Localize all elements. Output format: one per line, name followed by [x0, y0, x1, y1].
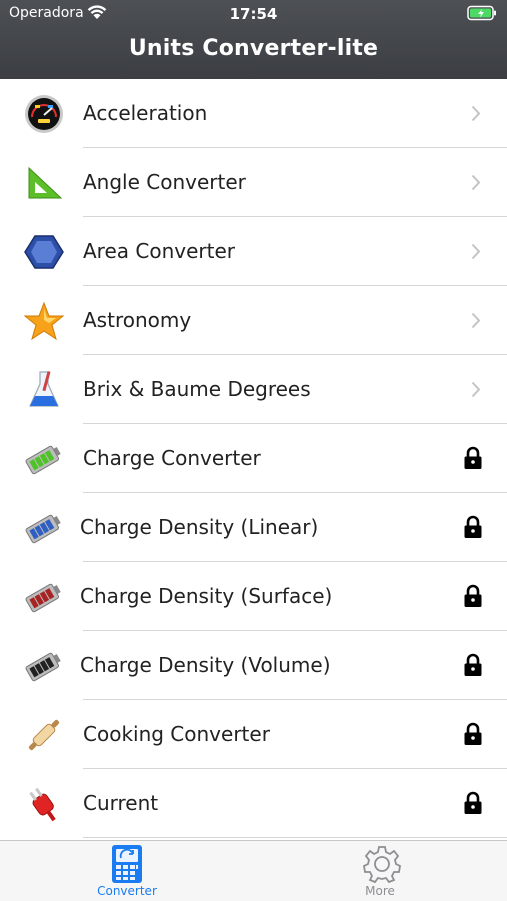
- battery-blue-icon: [23, 507, 65, 549]
- chevron-right-icon: [471, 312, 481, 333]
- chevron-right-icon: [471, 174, 481, 195]
- hexagon-icon: [23, 231, 65, 273]
- list-item-label: Angle Converter: [83, 170, 246, 194]
- battery-icon: [467, 5, 497, 25]
- list-item-label: Current: [83, 791, 159, 815]
- tab-converter[interactable]: Converter: [67, 841, 187, 901]
- list-item[interactable]: Cooking Converter: [0, 700, 507, 769]
- battery-red-icon: [23, 576, 65, 618]
- lock-icon: [463, 446, 483, 474]
- flask-icon: [23, 369, 65, 411]
- list-item[interactable]: Astronomy: [0, 286, 507, 355]
- chevron-right-icon: [471, 381, 481, 402]
- list-item-label: Charge Density (Linear): [80, 515, 319, 539]
- list-item-label: Charge Density (Surface): [80, 584, 333, 608]
- tab-more[interactable]: More: [320, 841, 440, 901]
- nav-header: Operadora 17:54 Units Converter-lite: [0, 0, 507, 79]
- power-plug-icon: [23, 783, 65, 825]
- list-item-label: Brix & Baume Degrees: [83, 377, 311, 401]
- set-square-icon: [23, 162, 65, 204]
- list-item[interactable]: Angle Converter: [0, 148, 507, 217]
- chevron-right-icon: [471, 105, 481, 126]
- list-item[interactable]: Charge Density (Linear): [0, 493, 507, 562]
- list-item[interactable]: Charge Density (Volume): [0, 631, 507, 700]
- status-time: 17:54: [229, 5, 278, 23]
- list-item[interactable]: Charge Density (Surface): [0, 562, 507, 631]
- status-bar: Operadora 17:54: [0, 0, 507, 28]
- list-item-label: Acceleration: [83, 101, 208, 125]
- list-item[interactable]: Acceleration: [0, 79, 507, 148]
- list-item-label: Area Converter: [83, 239, 235, 263]
- gear-icon: [362, 844, 402, 888]
- rolling-pin-icon: [23, 714, 65, 756]
- tab-label: Converter: [97, 884, 157, 898]
- divider: [83, 837, 507, 838]
- list-item-label: Charge Density (Volume): [80, 653, 331, 677]
- battery-black-icon: [23, 645, 65, 687]
- list-item[interactable]: Charge Converter: [0, 424, 507, 493]
- calculator-icon: [109, 844, 145, 888]
- tab-label: More: [365, 884, 395, 898]
- list-item[interactable]: Current: [0, 769, 507, 838]
- speedometer-icon: [23, 93, 65, 135]
- tab-bar: Converter More: [0, 840, 507, 901]
- lock-icon: [463, 722, 483, 750]
- battery-green-icon: [23, 438, 65, 480]
- list-item-label: Cooking Converter: [83, 722, 270, 746]
- lock-icon: [463, 653, 483, 681]
- lock-icon: [463, 791, 483, 819]
- converter-list: Acceleration Angle Converter Area Conver…: [0, 79, 507, 838]
- list-item-label: Astronomy: [83, 308, 192, 332]
- chevron-right-icon: [471, 243, 481, 264]
- list-item[interactable]: Brix & Baume Degrees: [0, 355, 507, 424]
- lock-icon: [463, 515, 483, 543]
- star-icon: [23, 300, 65, 342]
- lock-icon: [463, 584, 483, 612]
- list-item[interactable]: Area Converter: [0, 217, 507, 286]
- list-item-label: Charge Converter: [83, 446, 261, 470]
- page-title: Units Converter-lite: [128, 36, 379, 61]
